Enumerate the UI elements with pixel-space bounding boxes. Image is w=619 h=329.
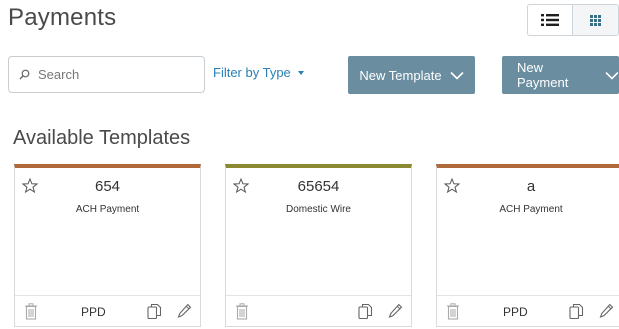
copy-icon[interactable] [147,303,162,320]
card-footer [226,295,411,326]
copy-icon[interactable] [358,303,373,320]
filter-by-type-link[interactable]: Filter by Type [213,65,304,80]
search-icon [19,69,30,80]
page-title: Payments [8,4,117,31]
new-payment-label: New Payment [517,60,569,90]
filter-label: Filter by Type [213,65,291,80]
new-template-button[interactable]: New Template [348,56,475,94]
chevron-down-icon [449,71,464,80]
template-type: ACH Payment [75,204,140,215]
template-name: 65654 [297,178,340,195]
sec-code: PPD [503,305,528,319]
new-payment-button[interactable]: New Payment [502,56,619,94]
template-type: Domestic Wire [285,204,351,215]
edit-icon[interactable] [177,303,192,319]
grid-view-button[interactable] [573,5,618,35]
template-name: 654 [94,178,121,195]
list-view-button[interactable] [528,5,574,35]
card-footer: PPD [15,295,200,326]
sec-code: PPD [81,305,106,319]
search-box [8,56,205,93]
template-card[interactable]: a ACH Payment PPD [436,164,619,327]
trash-icon[interactable] [446,303,460,320]
template-type: ACH Payment [499,204,563,215]
section-title: Available Templates [13,127,191,149]
grid-icon [590,14,601,26]
card-footer: PPD [437,295,619,326]
copy-icon[interactable] [569,303,584,320]
search-input[interactable] [38,67,188,82]
view-toggle [527,4,619,36]
template-card[interactable]: 654 ACH Payment PPD [14,164,201,327]
new-template-label: New Template [359,67,442,83]
template-name: a [526,178,536,195]
edit-icon[interactable] [599,303,614,319]
trash-icon[interactable] [24,303,38,320]
caret-down-icon [297,71,304,75]
template-card[interactable]: 65654 Domestic Wire [225,164,412,327]
edit-icon[interactable] [388,303,403,319]
list-icon [541,14,559,26]
trash-icon[interactable] [235,303,249,320]
chevron-down-icon [605,71,619,80]
